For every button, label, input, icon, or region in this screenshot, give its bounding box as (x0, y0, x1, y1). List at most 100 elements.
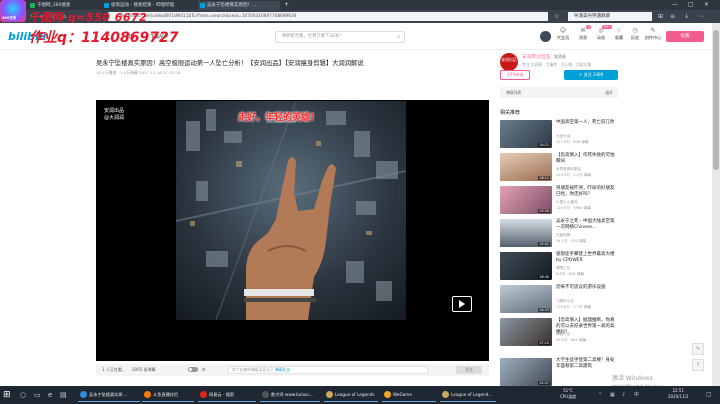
viewer-count: 1 人正在看， (102, 367, 126, 372)
bookmark-star-icon[interactable]: ☆ (554, 12, 559, 21)
cpu-temperature[interactable]: 51°C CPU温度 (560, 388, 576, 400)
related-thumbnail[interactable]: 04:33 (500, 285, 552, 313)
danmaku-input[interactable]: 发个友善的弹幕见证当下 弹幕礼仪 (228, 366, 428, 374)
related-item[interactable]: 07:10 【恐高慎入】据理推断，你真的可以去纪录世界第一高的高楼吗？ 奇趣一目… (500, 318, 618, 346)
related-thumbnail[interactable]: 04:21 (500, 120, 552, 148)
windows-start-icon[interactable]: ⊞ (3, 390, 11, 400)
video-player[interactable]: 安润出品 @大润润 走好，年轻的英雄！ (96, 100, 489, 361)
site-search-input[interactable]: 神转折合集，世界只剩下30天？ ⌕ (275, 31, 405, 43)
related-uploader[interactable]: 飞翔的小丑 (556, 299, 574, 304)
danmaku-settings-icon[interactable]: ⚙ (202, 367, 206, 372)
taskbar-app-shudashi[interactable]: 数大师 www.bulasc… (260, 388, 320, 402)
taskbar-app-lol[interactable]: League of Legends (324, 388, 378, 402)
search-icon[interactable]: ○ (20, 389, 26, 401)
related-uploader[interactable]: 嘿嘿工坊 (556, 266, 570, 271)
charge-button[interactable]: 为TA充电 (500, 70, 530, 80)
uploader-description: 专注 大润润 · 大事件 · 大人物 · 大起大落 (522, 62, 592, 67)
related-title[interactable]: 吴永宁之死 - 中国大陆高空第一次网络Chinese… (556, 219, 618, 231)
tab-label: 千图网_360搜索 (37, 3, 71, 8)
related-thumbnail[interactable]: 02:47 (500, 358, 552, 386)
follow-button[interactable]: + 关注 2468 (564, 70, 618, 80)
feedback-icon[interactable]: ✎ (692, 343, 704, 355)
taskbar-app-wegame[interactable]: WeGame (382, 388, 436, 402)
send-message-link[interactable]: 发消息 (554, 54, 566, 60)
volume-icon[interactable]: ♪ (622, 389, 625, 401)
upload-button[interactable]: 投稿 (666, 31, 704, 42)
nav-favorites[interactable]: ☆ 收藏 (612, 26, 626, 41)
related-stats: 39.5万 · 641 弹幕 (556, 338, 587, 342)
notification-icon[interactable]: ▢ (706, 389, 712, 401)
messages-badge: 9 (586, 25, 592, 29)
related-uploader[interactable]: 小甜心小番茄 (556, 200, 578, 205)
duration: 08:40 (538, 275, 550, 279)
related-item[interactable]: 02:47 大学生徒手登第二高楼！身处华盛顿第二高建筑 (500, 358, 618, 386)
related-item[interactable]: 03:58 男朋友被吓哭，吓尿的好朋友已经，你还好吗？ 小甜心小番茄 119.5… (500, 186, 618, 214)
related-title[interactable]: 大学生徒手登第二高楼！身处华盛顿第二高建筑 (556, 358, 618, 370)
minimize-icon[interactable]: — (672, 1, 678, 9)
new-tab-icon[interactable]: + (284, 1, 289, 9)
related-thumbnail[interactable]: 05:02 (500, 219, 552, 247)
taskbar-app-netease[interactable]: 网易云 - 搜索 (198, 388, 256, 402)
related-uploader[interactable]: 奇趣一目 (556, 332, 570, 337)
related-thumbnail[interactable]: 06:12 (500, 153, 552, 181)
search-icon[interactable]: ⌕ (397, 32, 400, 42)
nav-creator-center[interactable]: ✎ 创作中心 (644, 26, 662, 41)
nav-vip[interactable]: ☺ 大会员 (556, 26, 570, 41)
related-stats: 119.5万 · 3964 弹幕 (556, 206, 591, 210)
edge-icon[interactable]: e (48, 389, 52, 401)
related-item[interactable]: 04:33 恐怖不可思议的游乐设施 飞翔的小丑 178.8万 · 2.7万 弹幕 (500, 285, 618, 313)
related-item[interactable]: 06:12 【恐高慎入】作死失败的可怕瞬间 世界奇闻收集站 216.3万 · 1… (500, 153, 618, 181)
logo-text: 360日历 (2, 16, 17, 20)
browser-search-box[interactable]: 导演美丹突遇麻痹 (568, 12, 652, 21)
related-title[interactable]: 极限徒手攀登上世界最高大楼 by CPOWER (556, 252, 618, 264)
taskbar-app-douyu[interactable]: 斗鱼直播伴侣 (142, 388, 194, 402)
menu-icon[interactable]: ≡ (670, 12, 675, 21)
related-item[interactable]: 04:21 中国高空第一人，死亡前几秒 大圣大话 127.6万 · 808 弹幕 (500, 120, 618, 148)
video-frame (176, 101, 406, 320)
back-to-top-icon[interactable]: ↑ (692, 359, 704, 371)
download-icon[interactable]: ↓ (684, 12, 689, 21)
danmaku-etiquette-link[interactable]: 弹幕礼仪 (275, 367, 290, 372)
related-title[interactable]: 恐怖不可思议的游乐设施 (556, 285, 618, 291)
network-icon[interactable]: ▦ (610, 389, 615, 401)
clock-date: 2020/11/2 (668, 394, 689, 399)
danmaku-list-expand[interactable]: 展开 (605, 87, 613, 98)
task-view-icon[interactable]: ▭ (34, 389, 41, 401)
system-clock[interactable]: 22:51 2020/11/2 (668, 388, 689, 400)
extensions-icon[interactable]: ⊞ (658, 12, 663, 21)
ime-icon[interactable]: 中 (634, 389, 639, 401)
scrollbar-thumb[interactable] (713, 30, 719, 170)
related-thumbnail[interactable]: 07:10 (500, 318, 552, 346)
browser-tab-active[interactable]: 吴永宁坠楼真实原因！… (198, 1, 280, 10)
site-search-placeholder: 神转折合集，世界只剩下30天？ (282, 34, 344, 39)
related-item[interactable]: 05:02 吴永宁之死 - 中国大陆高空第一次网络Chinese… 无敌剪辑 3… (500, 219, 618, 247)
taskbar-app-browser[interactable]: 吴永宁坠楼真实原… (78, 388, 140, 402)
vip-icon: ☺ (559, 27, 567, 34)
duration: 04:33 (538, 308, 550, 312)
maximize-icon[interactable]: □ (688, 1, 694, 9)
uploader-name[interactable]: 安润原创出品 (522, 54, 550, 60)
taskbar-app-lol-2[interactable]: League of Legend… (440, 388, 496, 402)
uploader-avatar[interactable]: 安润出品 (500, 53, 518, 71)
related-title[interactable]: 中国高空第一人，死亡前几秒 (556, 120, 618, 126)
related-uploader[interactable]: 大圣大话 (556, 134, 570, 139)
file-explorer-icon[interactable]: ▤ (60, 389, 67, 401)
address-bar[interactable]: www.bilibili.com/video/BV1sW411bTu?from=… (108, 12, 548, 21)
lol-app-icon (326, 391, 333, 398)
related-item[interactable]: 08:40 极限徒手攀登上世界最高大楼 by CPOWER 嘿嘿工坊 8.6万 … (500, 252, 618, 280)
close-icon[interactable]: ✕ (704, 1, 709, 9)
user-avatar[interactable] (540, 31, 551, 42)
related-title[interactable]: 【恐高慎入】作死失败的可怕瞬间 (556, 153, 618, 165)
tv-play-icon[interactable] (452, 296, 472, 312)
tray-chevron-icon[interactable]: ⌃ (598, 389, 602, 401)
danmaku-list-header[interactable]: 弹幕列表 展开 (500, 87, 618, 98)
related-thumbnail[interactable]: 08:40 (500, 252, 552, 280)
danmaku-toggle[interactable] (188, 367, 198, 372)
related-uploader[interactable]: 世界奇闻收集站 (556, 167, 581, 172)
nav-history[interactable]: ◷ 历史 (628, 26, 642, 41)
related-uploader[interactable]: 无敌剪辑 (556, 233, 570, 238)
related-title[interactable]: 男朋友被吓哭，吓尿的好朋友已经，你还好吗？ (556, 186, 618, 198)
more-icon[interactable]: ⋯ (698, 12, 704, 21)
related-thumbnail[interactable]: 03:58 (500, 186, 552, 214)
danmaku-send-button[interactable]: 发送 (456, 366, 482, 374)
